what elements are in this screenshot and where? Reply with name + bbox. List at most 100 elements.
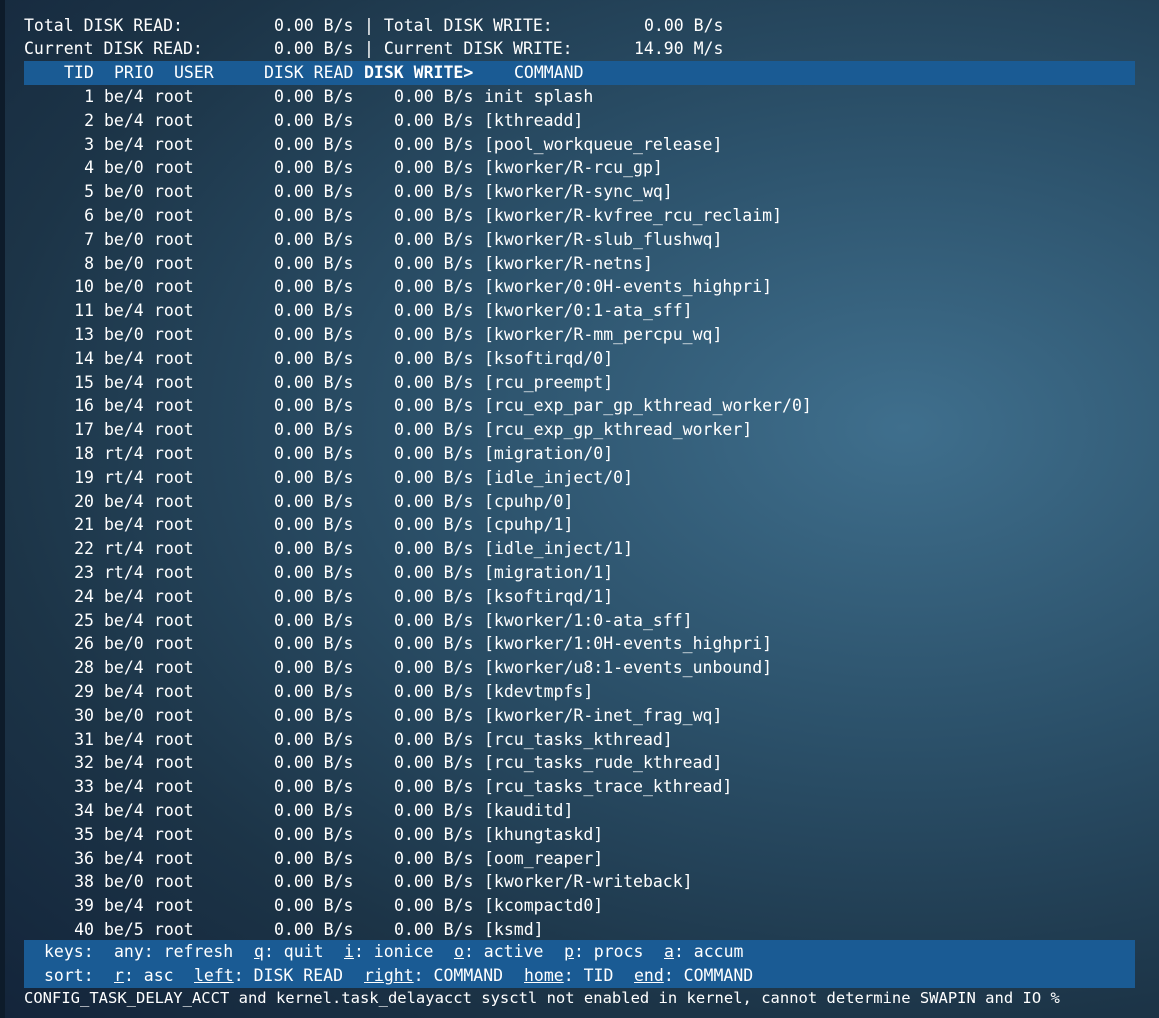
process-disk-write: 0.00 B/s bbox=[394, 301, 474, 321]
process-command: [kworker/R-inet_frag_wq] bbox=[484, 705, 723, 725]
process-disk-write: 0.00 B/s bbox=[394, 705, 474, 725]
process-command: [kauditd] bbox=[484, 801, 574, 820]
process-prio: rt/4 bbox=[104, 563, 144, 582]
process-tid: 19 bbox=[74, 467, 94, 487]
process-prio: be/0 bbox=[104, 872, 144, 892]
process-disk-read: 0.00 B/s bbox=[274, 325, 354, 344]
process-disk-write: 0.00 B/s bbox=[394, 610, 474, 630]
process-command: [rcu_tasks_kthread] bbox=[484, 729, 673, 749]
col-command[interactable]: COMMAND bbox=[514, 61, 584, 85]
iotop-terminal: Total DISK READ: 0.00 B/s | Total DISK W… bbox=[0, 0, 1159, 1018]
key-r: r bbox=[114, 966, 124, 985]
process-command: [kworker/R-writeback] bbox=[484, 872, 693, 892]
process-prio: be/4 bbox=[104, 824, 144, 844]
process-prio: be/4 bbox=[104, 491, 144, 511]
process-prio: be/0 bbox=[104, 705, 144, 725]
process-user: root bbox=[154, 634, 194, 654]
col-tid[interactable]: TID bbox=[64, 61, 94, 85]
sort-right[interactable]: right: COMMAND bbox=[364, 964, 503, 988]
key-end: end bbox=[634, 966, 664, 985]
process-prio: be/0 bbox=[104, 158, 144, 178]
key-a: a bbox=[664, 942, 674, 961]
key-procs[interactable]: p: procs bbox=[564, 940, 643, 964]
key-accum[interactable]: a: accum bbox=[664, 940, 743, 964]
process-command: [kworker/1:0-ata_sff] bbox=[484, 610, 693, 630]
summary-current: Current DISK READ: 0.00 B/s | Current DI… bbox=[24, 37, 723, 61]
total-read-value: 0.00 B/s bbox=[274, 16, 354, 35]
process-command: [kworker/R-rcu_gp] bbox=[484, 158, 663, 178]
process-disk-write: 0.00 B/s bbox=[394, 729, 474, 749]
key-any-refresh[interactable]: any: refresh bbox=[114, 940, 233, 964]
process-prio: be/0 bbox=[104, 206, 144, 225]
key-quit[interactable]: q: quit bbox=[254, 940, 324, 964]
process-prio: be/4 bbox=[104, 87, 144, 106]
process-user: root bbox=[154, 872, 194, 892]
process-disk-read: 0.00 B/s bbox=[274, 634, 354, 654]
process-prio: be/4 bbox=[104, 658, 144, 678]
process-disk-read: 0.00 B/s bbox=[274, 872, 354, 892]
key-left-label: : DISK READ bbox=[233, 966, 344, 985]
key-r-label: : asc bbox=[123, 966, 174, 985]
process-command: [rcu_tasks_trace_kthread] bbox=[484, 777, 733, 797]
process-disk-read: 0.00 B/s bbox=[274, 705, 354, 725]
process-command: [rcu_preempt] bbox=[484, 372, 614, 392]
process-user: root bbox=[154, 134, 194, 154]
col-disk-write-sorted[interactable]: DISK WRITE> bbox=[364, 61, 473, 85]
process-tid: 33 bbox=[74, 777, 94, 797]
process-disk-read: 0.00 B/s bbox=[274, 372, 354, 392]
process-tid: 28 bbox=[74, 658, 94, 678]
total-write-label: | Total DISK WRITE: bbox=[364, 16, 553, 35]
col-user[interactable]: USER bbox=[174, 61, 214, 85]
process-tid: 6 bbox=[84, 206, 94, 225]
process-disk-write: 0.00 B/s bbox=[394, 348, 474, 368]
key-ionice[interactable]: i: ionice bbox=[344, 940, 433, 964]
process-disk-write: 0.00 B/s bbox=[394, 134, 474, 154]
process-disk-write: 0.00 B/s bbox=[394, 420, 474, 440]
process-disk-write: 0.00 B/s bbox=[394, 87, 474, 106]
sort-end[interactable]: end: COMMAND bbox=[634, 964, 753, 988]
process-disk-read: 0.00 B/s bbox=[274, 110, 354, 130]
process-prio: be/4 bbox=[104, 110, 144, 130]
process-prio: be/4 bbox=[104, 896, 144, 916]
process-user: root bbox=[154, 848, 194, 868]
process-disk-write: 0.00 B/s bbox=[394, 682, 474, 701]
process-tid: 29 bbox=[74, 682, 94, 701]
sort-home[interactable]: home: TID bbox=[524, 964, 613, 988]
process-prio: be/4 bbox=[104, 753, 144, 773]
key-i-label: : ionice bbox=[353, 942, 434, 961]
process-user: root bbox=[154, 563, 194, 582]
process-tid: 34 bbox=[74, 801, 94, 820]
sort-asc[interactable]: r: asc bbox=[114, 964, 174, 988]
process-command: [kworker/R-slub_flushwq] bbox=[484, 229, 723, 249]
process-tid: 25 bbox=[74, 610, 94, 630]
process-user: root bbox=[154, 206, 194, 225]
process-command: [cpuhp/1] bbox=[484, 515, 574, 535]
process-prio: be/4 bbox=[104, 586, 144, 606]
process-tid: 11 bbox=[74, 301, 94, 321]
process-disk-read: 0.00 B/s bbox=[274, 229, 354, 249]
process-command: [ksoftirqd/0] bbox=[484, 348, 614, 368]
process-user: root bbox=[154, 824, 194, 844]
process-command: [migration/0] bbox=[484, 444, 614, 463]
process-tid: 30 bbox=[74, 705, 94, 725]
sort-left[interactable]: left: DISK READ bbox=[194, 964, 343, 988]
process-tid: 15 bbox=[74, 372, 94, 392]
key-active[interactable]: o: active bbox=[454, 940, 543, 964]
process-tid: 21 bbox=[74, 515, 94, 535]
process-command: [kthreadd] bbox=[484, 110, 584, 130]
process-command: init splash bbox=[484, 87, 594, 106]
col-disk-read[interactable]: DISK READ bbox=[264, 61, 353, 85]
process-disk-write: 0.00 B/s bbox=[394, 586, 474, 606]
process-command: [idle_inject/0] bbox=[484, 467, 634, 487]
process-disk-read: 0.00 B/s bbox=[274, 348, 354, 368]
process-tid: 1 bbox=[84, 87, 94, 106]
process-disk-read: 0.00 B/s bbox=[274, 396, 354, 416]
process-disk-read: 0.00 B/s bbox=[274, 87, 354, 106]
process-tid: 39 bbox=[74, 896, 94, 916]
process-user: root bbox=[154, 277, 194, 297]
process-disk-read: 0.00 B/s bbox=[274, 444, 354, 463]
process-tid: 20 bbox=[74, 491, 94, 511]
process-disk-read: 0.00 B/s bbox=[274, 777, 354, 797]
col-prio[interactable]: PRIO bbox=[114, 61, 154, 85]
current-write-value: 14.90 M/s bbox=[634, 39, 724, 58]
